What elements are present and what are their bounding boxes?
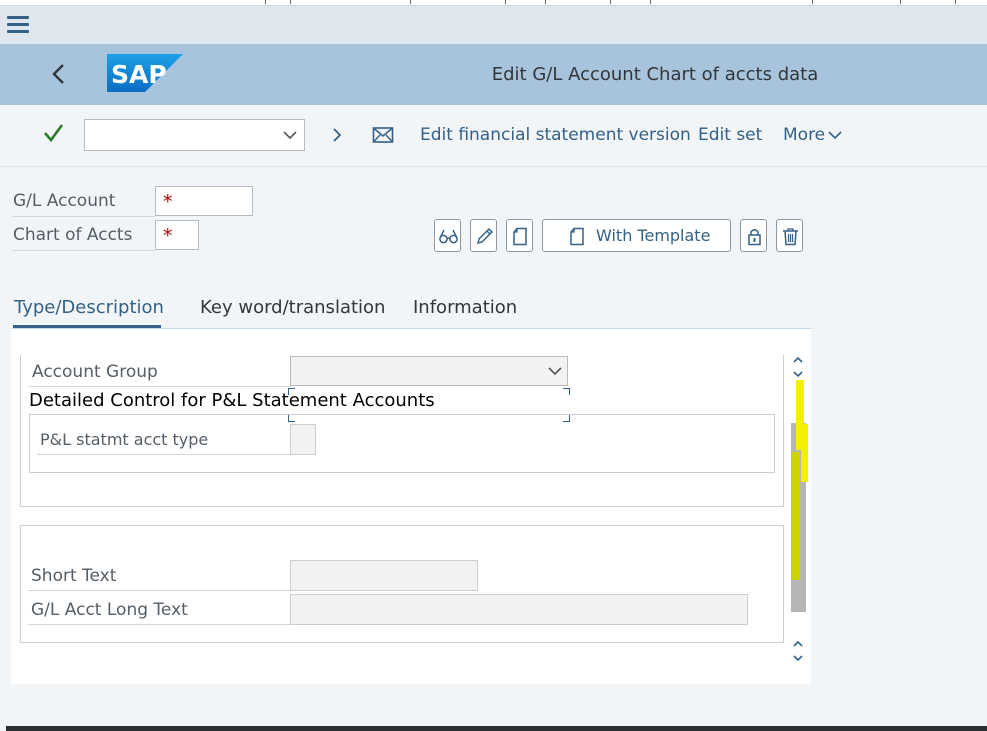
document-icon <box>570 227 584 246</box>
scroll-page-up-icon[interactable] <box>791 636 805 650</box>
scroll-up-icon[interactable] <box>791 352 805 366</box>
scroll-page-down-icon[interactable] <box>791 650 805 664</box>
hamburger-menu-icon[interactable] <box>7 16 29 34</box>
field-underline <box>12 216 155 217</box>
create-button[interactable] <box>506 219 533 252</box>
pencil-icon <box>476 227 494 245</box>
edit-fs-version-button[interactable]: Edit financial statement version <box>420 125 691 145</box>
focus-corner <box>563 388 570 395</box>
shell-bar: SAP Edit G/L Account Chart of accts data <box>0 44 987 105</box>
more-menu-label: More <box>783 125 826 145</box>
status-bar-edge <box>6 726 987 731</box>
field-underline <box>37 454 290 455</box>
tab-type-description[interactable]: Type/Description <box>14 297 164 318</box>
chevron-down-icon <box>828 131 842 140</box>
sap-logo: SAP <box>107 54 183 92</box>
highlight-mark <box>792 452 800 580</box>
delete-button[interactable] <box>776 219 803 252</box>
long-text-input[interactable] <box>290 594 748 625</box>
change-button[interactable] <box>470 219 497 252</box>
document-icon <box>513 227 527 246</box>
sap-gui-window: SAP Edit G/L Account Chart of accts data… <box>0 0 987 731</box>
account-group-label: Account Group <box>32 362 158 382</box>
account-group-dropdown[interactable] <box>290 356 568 386</box>
command-field[interactable] <box>84 119 305 151</box>
long-text-label: G/L Acct Long Text <box>31 600 188 620</box>
pl-control-group-title: Detailed Control for P&L Statement Accou… <box>29 390 435 411</box>
pl-acct-type-input[interactable] <box>290 424 316 455</box>
lock-button[interactable] <box>740 219 767 252</box>
tab-key-word-translation[interactable]: Key word/translation <box>200 297 385 318</box>
chart-of-accts-label: Chart of Accts <box>13 225 133 245</box>
chevron-down-icon <box>548 367 562 376</box>
field-underline <box>28 624 290 625</box>
with-template-button[interactable]: With Template <box>542 219 731 252</box>
required-marker: * <box>163 225 173 247</box>
chart-of-accts-input[interactable]: * <box>155 220 199 250</box>
edit-set-button[interactable]: Edit set <box>698 125 762 145</box>
short-text-input[interactable] <box>290 560 478 591</box>
pl-acct-type-label: P&L statmt acct type <box>40 430 209 449</box>
trash-icon <box>783 228 798 246</box>
glasses-icon <box>439 229 458 244</box>
checkmark-icon[interactable] <box>42 122 64 144</box>
field-underline <box>29 386 290 387</box>
gl-account-input[interactable]: * <box>155 186 253 216</box>
with-template-label: With Template <box>596 226 711 245</box>
chevron-down-icon <box>283 131 297 140</box>
menu-bar <box>0 6 987 44</box>
field-underline <box>28 590 290 591</box>
envelope-icon[interactable] <box>372 126 394 144</box>
required-marker: * <box>163 191 173 213</box>
page-title: Edit G/L Account Chart of accts data <box>491 64 819 85</box>
more-menu-button[interactable]: More <box>783 125 842 145</box>
lock-icon <box>748 229 761 246</box>
highlight-mark <box>801 424 808 482</box>
tab-information[interactable]: Information <box>413 297 517 318</box>
field-underline <box>12 250 155 251</box>
application-toolbar: Edit financial statement version Edit se… <box>0 105 987 167</box>
scroll-down-icon[interactable] <box>791 366 805 380</box>
gl-account-label: G/L Account <box>13 191 116 211</box>
chevron-right-icon[interactable] <box>328 125 346 145</box>
display-button[interactable] <box>434 219 461 252</box>
back-icon[interactable] <box>44 59 74 89</box>
short-text-label: Short Text <box>31 566 117 586</box>
svg-text:SAP: SAP <box>111 60 167 89</box>
